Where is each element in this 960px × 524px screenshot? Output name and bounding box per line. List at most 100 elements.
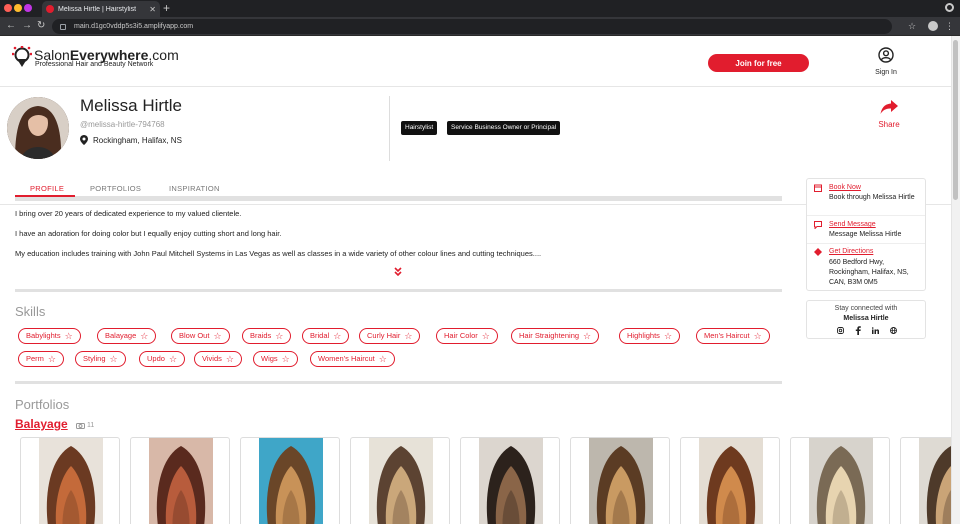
page: SalonEverywhere.com Professional Hair an… [0, 36, 951, 524]
skill-chip[interactable]: Babylights ☆ [18, 328, 81, 344]
sign-in-link[interactable]: Sign In [866, 47, 906, 76]
social-links [837, 326, 897, 335]
tab-portfolios[interactable]: PORTFOLIOS [90, 184, 141, 193]
hair-photo [259, 438, 323, 524]
star-icon[interactable]: ☆ [333, 329, 341, 343]
browser-profile-icon[interactable] [928, 21, 938, 31]
hair-photo [589, 438, 653, 524]
skill-chip[interactable]: Hair Straightening ☆ [511, 328, 600, 344]
skill-chip[interactable]: Women's Haircut ☆ [310, 351, 395, 367]
skill-label: Styling [83, 354, 106, 363]
facebook-icon[interactable] [855, 326, 861, 335]
skill-chip[interactable]: Updo ☆ [139, 351, 186, 367]
send-message-link[interactable]: Send Message [829, 221, 919, 228]
skill-chip[interactable]: Highlights ☆ [619, 328, 681, 344]
instagram-icon[interactable] [837, 327, 844, 334]
star-icon[interactable]: ☆ [754, 329, 762, 343]
linkedin-icon[interactable] [872, 327, 879, 334]
forward-icon[interactable]: → [22, 19, 32, 33]
share-label: Share [878, 120, 900, 129]
browser-tab[interactable]: Melissa Hirtle | Hairstylist ✕ [42, 1, 160, 17]
browser-menu-icon[interactable] [945, 3, 954, 12]
skill-label: Balayage [105, 331, 137, 340]
message-icon [814, 221, 822, 229]
skill-chip[interactable]: Men's Haircut ☆ [696, 328, 770, 344]
skill-label: Vivids [202, 354, 222, 363]
portfolio-thumbnail[interactable] [570, 437, 670, 524]
kebab-menu-icon[interactable]: ⋮ [945, 19, 954, 33]
badge-business-owner: Service Business Owner or Principal [447, 121, 561, 135]
star-icon[interactable]: ☆ [275, 329, 283, 343]
portfolio-thumbnail[interactable] [20, 437, 120, 524]
contact-card: Book Now Book through Melissa Hirtle Sen… [806, 178, 926, 291]
section-divider [15, 381, 782, 384]
star-icon[interactable]: ☆ [282, 352, 290, 366]
star-icon[interactable]: ☆ [482, 329, 490, 343]
portfolio-thumbnail[interactable] [350, 437, 450, 524]
star-icon[interactable]: ☆ [226, 352, 234, 366]
star-icon[interactable]: ☆ [48, 352, 56, 366]
skill-chip[interactable]: Curly Hair ☆ [359, 328, 421, 344]
skill-chip[interactable]: Wigs ☆ [253, 351, 298, 367]
address-bar[interactable]: main.d1gc0vddp5s3i5.amplifyapp.com [52, 19, 892, 34]
reload-icon[interactable]: ↻ [37, 19, 45, 33]
album-count-value: 11 [87, 422, 95, 429]
star-icon[interactable]: ☆ [583, 329, 591, 343]
skill-chip[interactable]: Perm ☆ [18, 351, 64, 367]
portfolio-thumbnail[interactable] [790, 437, 890, 524]
skill-label: Men's Haircut [704, 331, 750, 340]
share-button[interactable]: Share [870, 100, 908, 129]
scrollbar-thumb[interactable] [953, 40, 958, 200]
book-now-row: Book Now Book through Melissa Hirtle [814, 184, 919, 203]
skill-chip[interactable]: Blow Out ☆ [171, 328, 230, 344]
url-text: main.d1gc0vddp5s3i5.amplifyapp.com [74, 23, 194, 30]
star-icon[interactable]: ☆ [110, 352, 118, 366]
star-icon[interactable]: ☆ [140, 329, 148, 343]
skill-label: Curly Hair [367, 331, 401, 340]
minimize-window-icon[interactable] [14, 4, 22, 12]
back-icon[interactable]: ← [6, 19, 16, 33]
get-directions-link[interactable]: Get Directions [829, 248, 919, 255]
portfolios-title: Portfolios [15, 397, 70, 412]
bookmark-star-icon[interactable]: ☆ [908, 19, 916, 33]
skill-label: Perm [26, 354, 44, 363]
maximize-window-icon[interactable] [24, 4, 32, 12]
star-icon[interactable]: ☆ [169, 352, 177, 366]
avatar [7, 97, 69, 159]
close-window-icon[interactable] [4, 4, 12, 12]
close-tab-icon[interactable]: ✕ [149, 5, 156, 14]
hair-photo [699, 438, 763, 524]
star-icon[interactable]: ☆ [65, 329, 73, 343]
bio-paragraph: I have an adoration for doing color but … [15, 229, 282, 238]
favicon-icon [46, 5, 54, 13]
skill-chip[interactable]: Bridal ☆ [302, 328, 350, 344]
skill-chip[interactable]: Balayage ☆ [97, 328, 157, 344]
skill-chip[interactable]: Braids ☆ [242, 328, 292, 344]
star-icon[interactable]: ☆ [404, 329, 412, 343]
book-now-text: Book through Melissa Hirtle [829, 194, 915, 201]
profile-handle: @melissa-hirtle-794768 [80, 120, 165, 129]
portfolio-thumbnail[interactable] [240, 437, 340, 524]
star-icon[interactable]: ☆ [379, 352, 387, 366]
website-icon[interactable] [890, 327, 897, 334]
portfolio-thumbnail[interactable] [900, 437, 951, 524]
tab-inspiration[interactable]: INSPIRATION [169, 184, 220, 193]
send-message-text: Message Melissa Hirtle [829, 231, 902, 238]
logo-icon[interactable] [12, 46, 32, 68]
skill-chip[interactable]: Styling ☆ [75, 351, 126, 367]
header-divider [389, 96, 390, 161]
expand-more-icon[interactable] [394, 267, 402, 276]
star-icon[interactable]: ☆ [664, 329, 672, 343]
star-icon[interactable]: ☆ [213, 329, 221, 343]
new-tab-icon[interactable]: + [163, 1, 170, 15]
portfolio-thumbnail[interactable] [130, 437, 230, 524]
skill-chip[interactable]: Vivids ☆ [194, 351, 242, 367]
portfolio-thumbnail[interactable] [460, 437, 560, 524]
tab-profile[interactable]: PROFILE [30, 184, 64, 193]
directions-row: Get Directions 660 Bedford Hwy, Rockingh… [814, 248, 919, 288]
book-now-link[interactable]: Book Now [829, 184, 919, 191]
album-name-link[interactable]: Balayage [15, 417, 68, 431]
portfolio-thumbnail[interactable] [680, 437, 780, 524]
join-for-free-button[interactable]: Join for free [708, 54, 809, 72]
skill-chip[interactable]: Hair Color ☆ [436, 328, 498, 344]
